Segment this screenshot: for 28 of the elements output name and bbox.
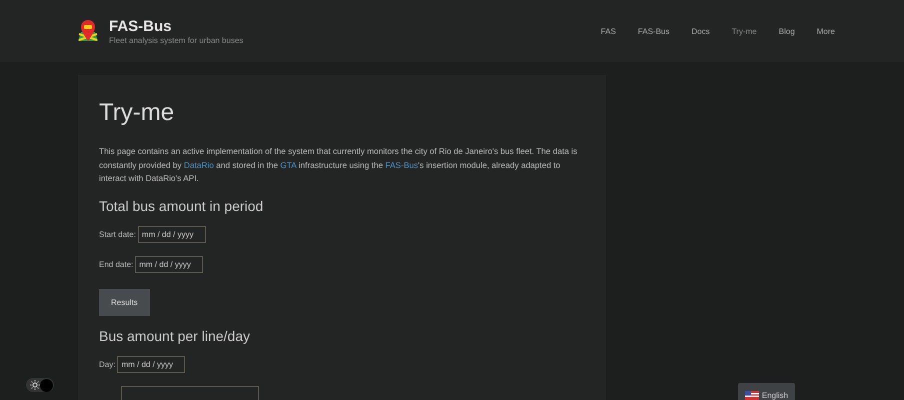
date-field[interactable]: mm / dd / yyyy [135,256,204,272]
date-field[interactable]: mm / dd / yyyy [117,356,186,372]
logo-icon [76,19,100,43]
flag-icon [744,391,759,400]
section-heading: Bus amount per line/day [99,328,251,344]
intro-paragraph: This page contains an active implementation of the system that currently monitors the city of Rio de Janeiro's bus fleet. The data is constantly provided by DataRio and stored in the GTA infrastructure using the FAS-Bus's insertion module, already adapted to interact with DataRio's API. [99,145,578,185]
text-link[interactable]: GTA [280,160,296,170]
date-field[interactable]: mm / dd / yyyy [138,226,206,242]
field-label: Start date: [99,230,136,238]
nav-link[interactable]: Blog [768,26,806,36]
nav-link[interactable]: Docs [680,26,721,36]
page-title: Try-me [99,99,176,127]
section-heading: Total bus amount in period [99,198,264,214]
language-button[interactable]: English [738,383,795,400]
nav-link[interactable]: Try-me [720,26,768,36]
field-label: End date: [99,260,134,268]
text-link[interactable]: FAS-Bus [385,160,418,170]
sun-icon [30,380,40,390]
site-subtitle: Fleet analysis system for urban buses [109,36,244,44]
results-button[interactable]: Results [99,288,150,316]
nav-link[interactable]: FAS [590,26,627,36]
input-field[interactable] [121,386,259,400]
text-link[interactable]: DataRio [184,160,214,170]
field-label: Day: [99,360,116,368]
theme-toggle[interactable] [26,378,54,392]
nav-link[interactable]: More [806,26,846,36]
site-title[interactable]: FAS-Bus [109,18,244,36]
nav-link[interactable]: FAS-Bus [626,26,680,36]
